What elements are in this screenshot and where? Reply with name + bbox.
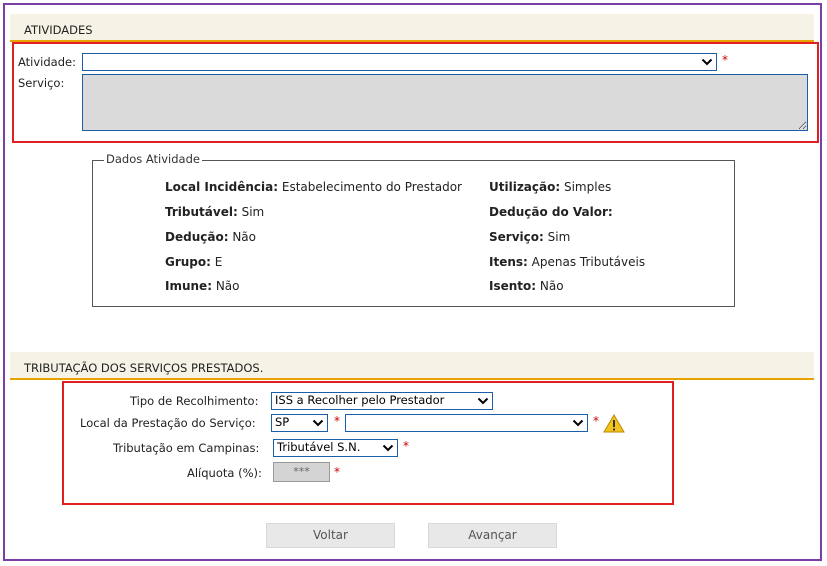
tributacao-header: TRIBUTAÇÃO DOS SERVIÇOS PRESTADOS. [10, 352, 814, 380]
voltar-button[interactable]: Voltar [266, 523, 395, 548]
tributacao-campinas-required-mark: * [403, 439, 409, 453]
info-tributavel: Tributável: Sim [165, 205, 265, 219]
chevron-down-icon [382, 444, 394, 452]
info-isento: Isento: Não [489, 279, 564, 293]
tributacao-header-title: TRIBUTAÇÃO DOS SERVIÇOS PRESTADOS. [24, 361, 264, 375]
tributacao-campinas-value: Tributável S.N. [277, 440, 361, 454]
tributacao-campinas-label: Tributação em Campinas: [113, 441, 260, 455]
info-local-incidencia: Local Incidência: Estabelecimento do Pre… [165, 180, 462, 194]
local-uf-value: SP [275, 415, 290, 429]
local-uf-required-mark: * [334, 414, 340, 428]
info-utilizacao: Utilização: Simples [489, 180, 612, 194]
atividade-label: Atividade: [18, 55, 76, 69]
servico-textarea[interactable] [82, 74, 808, 131]
atividades-header: ATIVIDADES [10, 14, 814, 42]
chevron-down-icon [701, 58, 713, 66]
chevron-down-icon [572, 419, 584, 427]
local-uf-select[interactable]: SP [271, 414, 328, 432]
chevron-down-icon [477, 397, 489, 405]
aliquota-field[interactable]: *** [273, 462, 330, 482]
avancar-button[interactable]: Avançar [428, 523, 557, 548]
tipo-recolhimento-value: ISS a Recolher pelo Prestador [275, 393, 445, 407]
atividade-required-mark: * [722, 53, 728, 67]
aliquota-required-mark: * [334, 465, 340, 479]
tributacao-campinas-select[interactable]: Tributável S.N. [273, 439, 398, 457]
dados-atividade-legend: Dados Atividade [104, 152, 202, 166]
atividades-header-title: ATIVIDADES [24, 23, 93, 37]
info-servico: Serviço: Sim [489, 230, 571, 244]
info-deducao-valor: Dedução do Valor: [489, 205, 613, 219]
tipo-recolhimento-label: Tipo de Recolhimento: [130, 394, 259, 408]
chevron-down-icon [312, 419, 324, 427]
info-imune: Imune: Não [165, 279, 240, 293]
local-prestacao-label: Local da Prestação do Serviço: [80, 416, 256, 430]
info-grupo: Grupo: E [165, 255, 223, 269]
atividade-select[interactable] [82, 53, 717, 71]
aliquota-label: Alíquota (%): [187, 466, 262, 480]
info-itens: Itens: Apenas Tributáveis [489, 255, 646, 269]
local-cidade-select[interactable] [345, 414, 588, 432]
tipo-recolhimento-select[interactable]: ISS a Recolher pelo Prestador [271, 392, 493, 410]
info-deducao: Dedução: Não [165, 230, 256, 244]
warning-icon [603, 414, 625, 433]
local-cidade-required-mark: * [593, 414, 599, 428]
servico-label: Serviço: [18, 76, 65, 90]
